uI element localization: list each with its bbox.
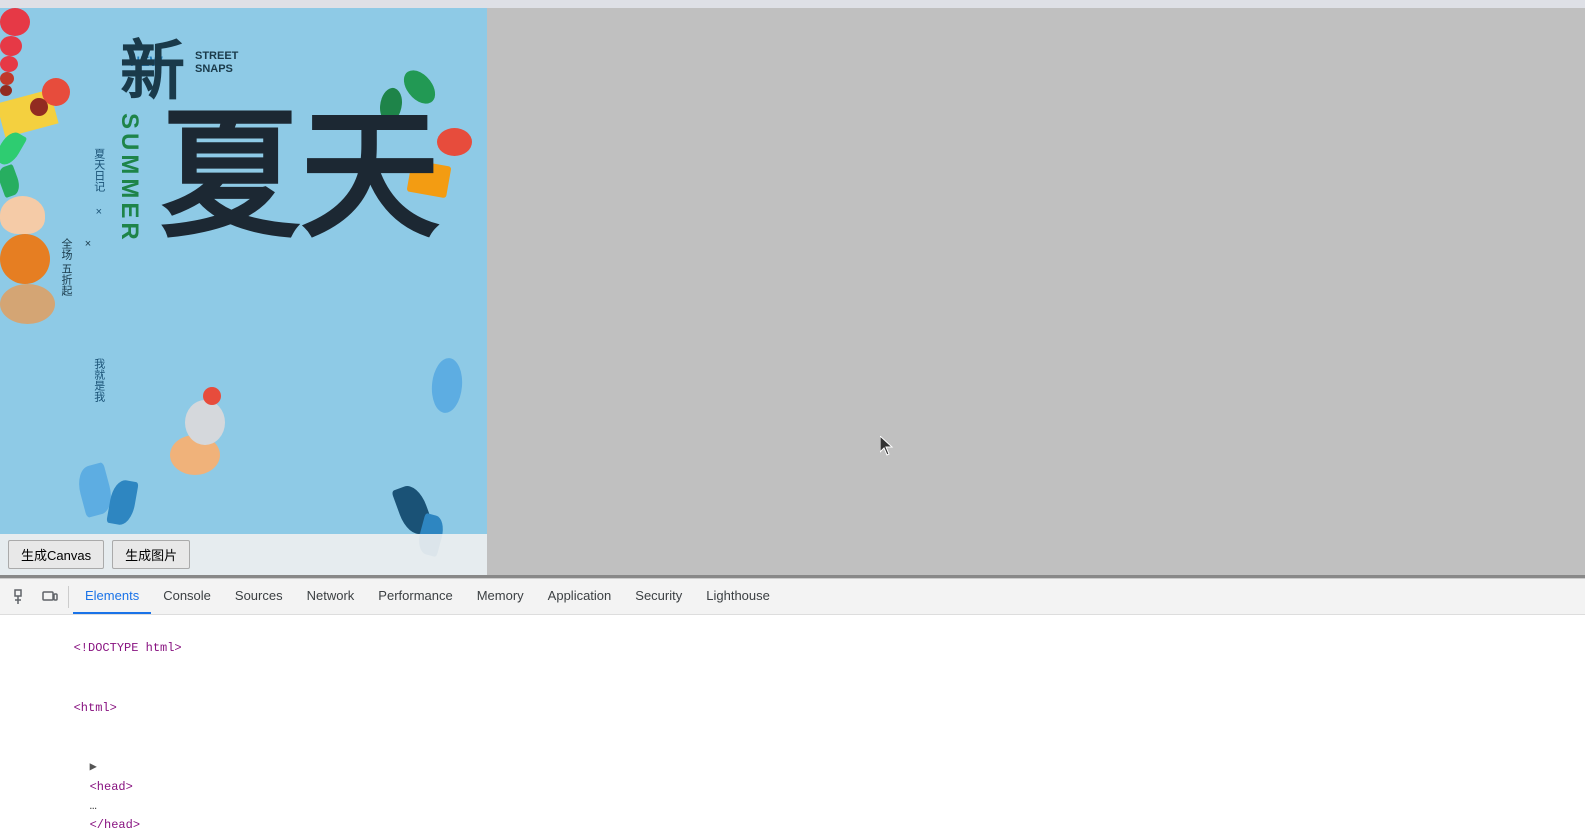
poster-xin: 新 — [120, 18, 185, 112]
toolbar-separator — [68, 586, 69, 608]
tab-network[interactable]: Network — [295, 579, 367, 614]
tab-memory[interactable]: Memory — [465, 579, 536, 614]
inspect-element-button[interactable] — [8, 583, 36, 611]
deco-leaf2 — [0, 164, 23, 198]
poster-discount: × 全场 五折起 — [55, 238, 99, 296]
deco-berry3 — [30, 98, 48, 116]
poster-cross1: × — [88, 206, 108, 218]
deco-tomato2 — [0, 36, 22, 56]
deco-tomato3 — [0, 56, 18, 72]
cursor-indicator — [880, 436, 896, 461]
code-line-doctype[interactable]: <!DOCTYPE html> — [0, 619, 1585, 679]
tab-performance[interactable]: Performance — [366, 579, 464, 614]
deco-tomato1 — [0, 8, 30, 36]
preview-buttons-row: 生成Canvas 生成图片 — [0, 534, 487, 575]
gray-content-area — [487, 8, 1585, 575]
poster-summer-en: SUMMER — [115, 113, 143, 244]
deco-strawberry1 — [437, 128, 472, 156]
deco-plant2 — [106, 478, 138, 527]
device-toolbar-button[interactable] — [36, 583, 64, 611]
deco-roll1 — [0, 284, 55, 324]
devtools-toolbar: Elements Console Sources Network Perform… — [0, 579, 1585, 615]
tab-console[interactable]: Console — [151, 579, 223, 614]
webpage-preview: STREET SNAPS NEW 新 夏天 SUMMER 夏天日记 × — [0, 8, 487, 575]
code-line-html[interactable]: <html> — [0, 679, 1585, 739]
content-row: STREET SNAPS NEW 新 夏天 SUMMER 夏天日记 × — [0, 8, 1585, 575]
tab-lighthouse[interactable]: Lighthouse — [694, 579, 782, 614]
poster-diary: 夏天日记 — [88, 148, 108, 192]
tab-application[interactable]: Application — [536, 579, 624, 614]
poster-iam: 我就是我 — [88, 358, 108, 402]
devtools-code-content: <!DOCTYPE html> <html> ▶ <head> … </head… — [0, 615, 1585, 833]
deco-cake1 — [0, 196, 45, 234]
deco-plant5 — [430, 357, 465, 414]
generate-canvas-button[interactable]: 生成Canvas — [8, 540, 104, 569]
deco-cupcake-top — [185, 400, 225, 445]
generate-image-button[interactable]: 生成图片 — [112, 540, 190, 569]
code-line-head[interactable]: ▶ <head> … </head> — [0, 738, 1585, 833]
tab-security[interactable]: Security — [623, 579, 694, 614]
devtools-panel: Elements Console Sources Network Perform… — [0, 578, 1585, 833]
deco-orange1 — [0, 234, 50, 284]
devtools-tabs: Elements Console Sources Network Perform… — [73, 579, 782, 614]
browser-top-bar — [0, 0, 1585, 8]
poster-street: STREET SNAPS — [195, 50, 238, 76]
tab-sources[interactable]: Sources — [223, 579, 295, 614]
deco-berry1 — [0, 72, 14, 85]
tab-elements[interactable]: Elements — [73, 579, 151, 614]
page-wrapper: STREET SNAPS NEW 新 夏天 SUMMER 夏天日记 × — [0, 0, 1585, 833]
deco-cherry — [203, 387, 221, 405]
poster-summer-cn: 夏天 — [160, 108, 440, 248]
deco-berry2 — [0, 85, 12, 96]
